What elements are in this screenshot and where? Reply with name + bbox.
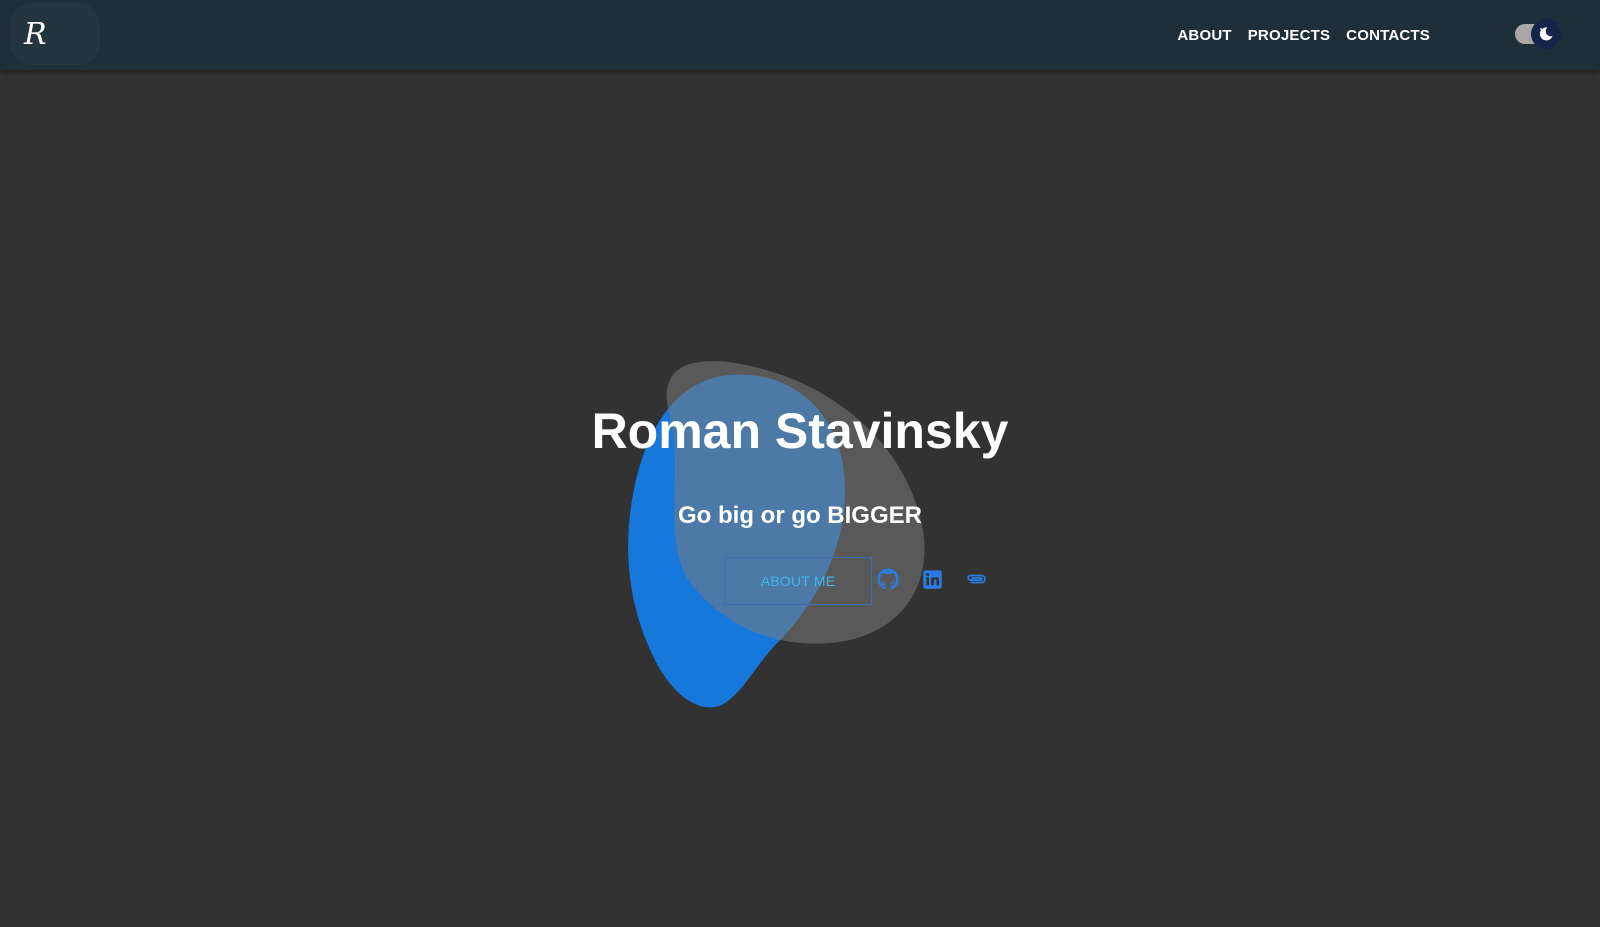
hero-title: Roman Stavinsky bbox=[591, 403, 1009, 459]
nav-link-about[interactable]: ABOUT bbox=[1177, 27, 1231, 44]
logo-letter: R bbox=[24, 16, 47, 52]
paperclip-icon bbox=[967, 574, 986, 584]
hero-subtitle: Go big or go BIGGER bbox=[678, 502, 922, 529]
resume-link[interactable] bbox=[963, 566, 989, 592]
nav-link-contacts[interactable]: CONTACTS bbox=[1346, 27, 1430, 44]
linkedin-link[interactable] bbox=[919, 566, 945, 592]
linkedin-icon bbox=[922, 569, 942, 589]
github-link[interactable] bbox=[875, 566, 901, 592]
hero-section: Roman Stavinsky Go big or go BIGGER ABOU… bbox=[0, 70, 1600, 927]
nav-link-projects[interactable]: PROJECTS bbox=[1248, 27, 1330, 44]
moon-icon bbox=[1539, 27, 1553, 41]
theme-toggle[interactable] bbox=[1513, 19, 1561, 49]
github-icon bbox=[877, 568, 899, 590]
nav-links: ABOUT PROJECTS CONTACTS bbox=[1177, 0, 1430, 70]
navbar: R ABOUT PROJECTS CONTACTS bbox=[0, 0, 1600, 70]
about-me-button[interactable]: ABOUT ME bbox=[724, 557, 872, 605]
toggle-knob bbox=[1531, 19, 1561, 49]
site-logo[interactable]: R bbox=[10, 3, 100, 65]
